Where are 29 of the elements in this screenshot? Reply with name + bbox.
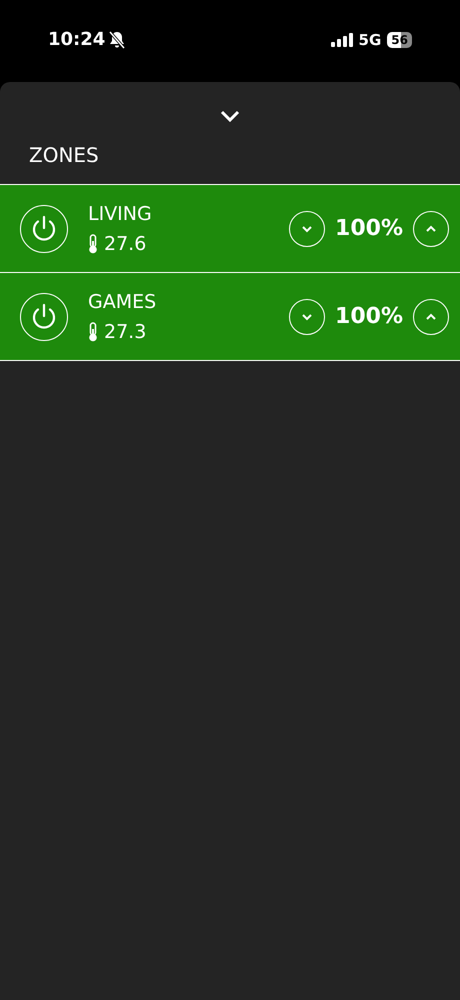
signal-icon xyxy=(330,33,353,48)
chevron-down-icon xyxy=(301,224,314,232)
section-title: ZONES xyxy=(28,142,100,169)
power-icon xyxy=(31,302,57,330)
chevron-down-icon[interactable] xyxy=(220,110,240,122)
increase-button[interactable] xyxy=(413,210,449,246)
power-icon xyxy=(31,214,57,242)
network-label: 5G xyxy=(358,30,382,51)
chevron-down-icon xyxy=(301,312,314,320)
chevron-up-icon xyxy=(425,312,437,320)
thermometer-icon xyxy=(88,234,98,254)
zone-row[interactable]: LIVING 27.6 100% xyxy=(0,185,460,273)
thermometer-icon xyxy=(88,322,98,342)
zone-name: LIVING xyxy=(88,202,153,226)
status-time: 10:24 xyxy=(48,28,106,52)
temperature-reading: 27.3 xyxy=(104,320,146,344)
increase-button[interactable] xyxy=(413,298,449,334)
level-reading: 100% xyxy=(335,303,403,331)
bell-muted-icon xyxy=(109,30,126,48)
zone-row[interactable]: GAMES 27.3 100% xyxy=(0,273,460,361)
power-button[interactable] xyxy=(20,204,68,252)
decrease-button[interactable] xyxy=(289,298,326,334)
decrease-button[interactable] xyxy=(289,210,326,246)
zone-name: GAMES xyxy=(88,290,158,314)
power-button[interactable] xyxy=(20,292,68,340)
battery-indicator: 56 xyxy=(387,32,412,48)
level-reading: 100% xyxy=(335,215,403,243)
temperature-reading: 27.6 xyxy=(104,232,146,256)
chevron-up-icon xyxy=(425,224,437,232)
